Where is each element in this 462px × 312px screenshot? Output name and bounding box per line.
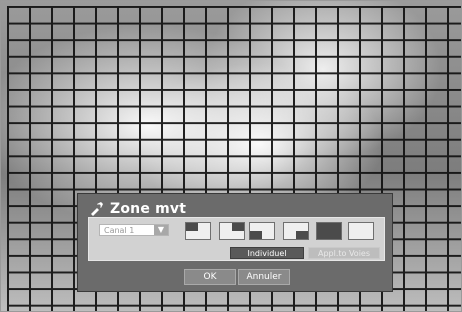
camera-view: Zone mvt Canal 1 ▼ Individuel Appl.to Vo… (0, 0, 462, 312)
ok-button[interactable]: OK (184, 269, 236, 285)
motion-zone-icon (88, 201, 104, 217)
chevron-down-icon[interactable]: ▼ (154, 225, 168, 235)
zone-options-panel: Canal 1 ▼ Individuel Appl.to Voies (88, 217, 385, 261)
zone-bottom-left-icon (250, 223, 274, 239)
zone-top-right-icon (220, 223, 244, 239)
zone-preset-top-right[interactable] (219, 222, 245, 240)
channel-select[interactable]: Canal 1 ▼ (99, 224, 169, 236)
cancel-button[interactable]: Annuler (238, 269, 290, 285)
zone-top-left-icon (186, 223, 210, 239)
zone-clear-icon (349, 223, 373, 239)
dialog-header: Zone mvt (88, 199, 186, 219)
channel-select-value: Canal 1 (104, 225, 135, 235)
zone-bottom-right-icon (284, 223, 308, 239)
zone-preset-full[interactable] (316, 222, 342, 240)
zone-preset-bottom-right[interactable] (283, 222, 309, 240)
zone-full-icon (317, 223, 341, 239)
apply-all-button[interactable]: Appl.to Voies (308, 247, 380, 259)
motion-zone-dialog: Zone mvt Canal 1 ▼ Individuel Appl.to Vo… (77, 193, 393, 292)
zone-preset-top-left[interactable] (185, 222, 211, 240)
zone-preset-clear[interactable] (348, 222, 374, 240)
dialog-title: Zone mvt (110, 201, 187, 217)
zone-preset-bottom-left[interactable] (249, 222, 275, 240)
individual-button[interactable]: Individuel (230, 247, 304, 259)
